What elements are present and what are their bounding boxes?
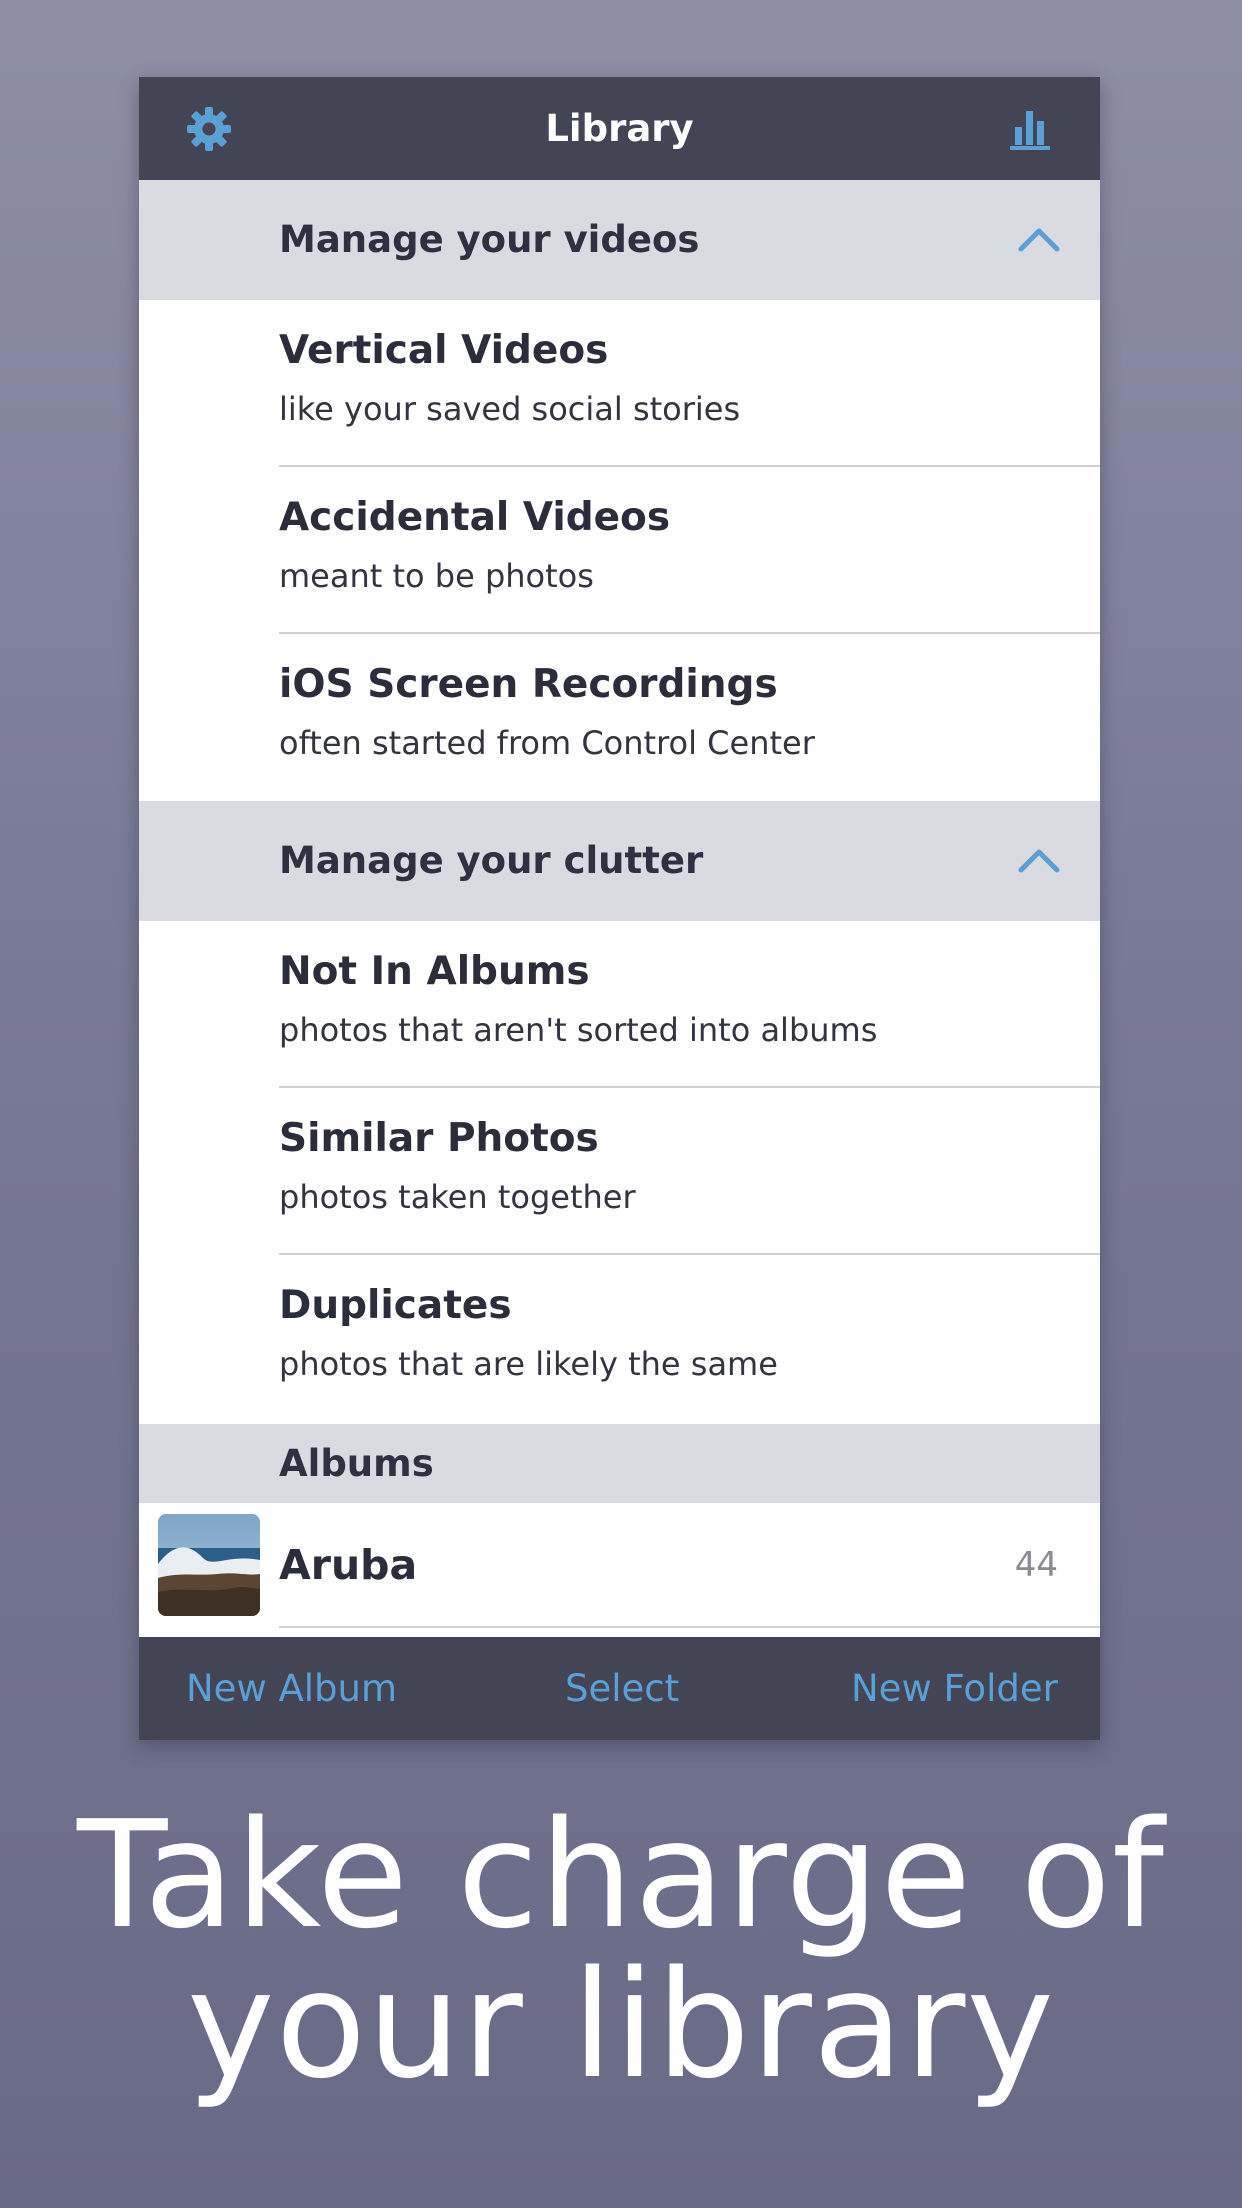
list-item-title: Similar Photos [279,1116,599,1161]
album-count: 44 [1014,1545,1058,1585]
list-item-title: Vertical Videos [279,328,609,373]
page-title: Library [545,107,694,150]
section-header-videos[interactable]: Manage your videos [139,180,1100,300]
list-item-subtitle: photos taken together [279,1178,636,1216]
bottom-toolbar: New Album Select New Folder [139,1637,1100,1740]
section-header-label: Manage your videos [279,218,700,261]
new-album-button[interactable]: New Album [186,1637,397,1740]
list-item-subtitle: photos that are likely the same [279,1345,778,1383]
list-item-subtitle: like your saved social stories [279,390,741,428]
nav-bar: Library [139,77,1100,180]
list-item[interactable]: Vertical Videos like your saved social s… [139,300,1100,467]
tagline-line-2: your library [187,1939,1055,2111]
list-item[interactable]: Not In Albums photos that aren't sorted … [139,921,1100,1088]
section-header-clutter[interactable]: Manage your clutter [139,801,1100,921]
chevron-up-icon[interactable] [1015,217,1063,265]
list-item-subtitle: often started from Control Center [279,724,815,762]
album-name: Aruba [279,1541,418,1589]
list-item[interactable]: Accidental Videos meant to be photos [139,467,1100,634]
select-button[interactable]: Select [565,1637,679,1740]
new-folder-button[interactable]: New Folder [851,1637,1058,1740]
albums-header: Albums [139,1424,1100,1503]
chevron-up-icon[interactable] [1015,838,1063,886]
list-item[interactable]: Similar Photos photos taken together [139,1088,1100,1255]
album-row[interactable]: Aruba 44 [139,1503,1100,1628]
list-item-title: iOS Screen Recordings [279,662,778,707]
bar-chart-icon[interactable] [1006,105,1054,153]
list-item-subtitle: meant to be photos [279,557,594,595]
list-item[interactable]: Duplicates photos that are likely the sa… [139,1255,1100,1422]
marketing-tagline: Take charge of your library [0,1800,1242,2100]
list-item-subtitle: photos that aren't sorted into albums [279,1011,878,1049]
albums-header-label: Albums [279,1442,434,1485]
list-item-title: Duplicates [279,1283,512,1328]
album-thumbnail [158,1514,260,1616]
divider [279,1626,1100,1628]
list-item[interactable]: iOS Screen Recordings often started from… [139,634,1100,801]
list-item-title: Not In Albums [279,949,590,994]
list-item-title: Accidental Videos [279,495,671,540]
phone-screen: Library Manage your videos Vertical Vide… [139,77,1100,1740]
tagline-line-1: Take charge of [77,1789,1165,1961]
section-header-label: Manage your clutter [279,839,704,882]
